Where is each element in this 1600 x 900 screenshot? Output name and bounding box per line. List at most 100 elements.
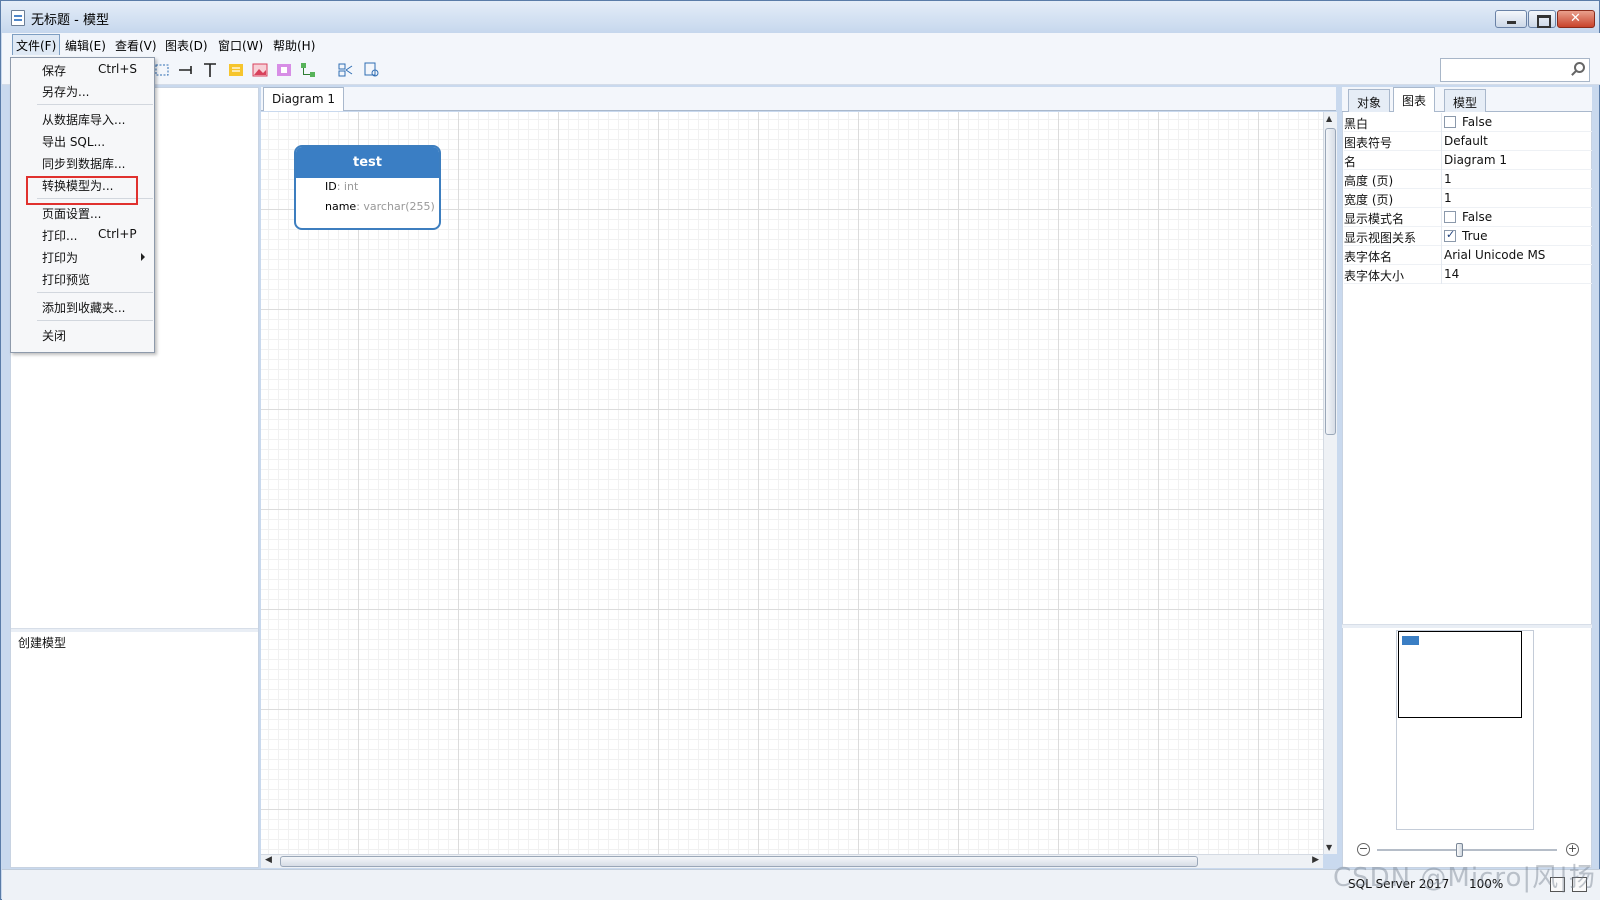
scroll-thumb[interactable]: [280, 856, 1198, 867]
panel-splitter[interactable]: [1342, 624, 1592, 628]
property-key: 宽度 (页): [1344, 193, 1394, 207]
relation-icon[interactable]: [178, 62, 194, 78]
menu-file[interactable]: 文件(F): [12, 34, 61, 57]
menu-view[interactable]: 查看(V): [112, 36, 160, 55]
note-icon[interactable]: [228, 62, 244, 78]
entity-field-name[interactable]: name: varchar(255): [325, 200, 435, 213]
menu-help[interactable]: 帮助(H): [270, 36, 318, 55]
menu-item-import-from-db[interactable]: 从数据库导入...: [12, 108, 153, 130]
scroll-left-icon[interactable]: ◀: [265, 855, 272, 865]
tab-diagram-1[interactable]: Diagram 1: [263, 87, 344, 111]
property-value: 1: [1444, 172, 1452, 186]
zoom-out-icon[interactable]: −: [1357, 843, 1370, 856]
zoom-slider[interactable]: [1377, 849, 1557, 851]
zoom-fit-icon[interactable]: [364, 62, 380, 78]
entity-field-id[interactable]: ID: int: [325, 180, 358, 193]
property-key: 显示模式名: [1344, 212, 1405, 226]
search-input[interactable]: [1440, 58, 1590, 82]
menu-item-add-favorite[interactable]: 添加到收藏夹...: [12, 296, 153, 318]
selection-icon[interactable]: [154, 62, 170, 78]
menu-item-page-setup[interactable]: 页面设置...: [12, 202, 153, 224]
menu-diagram[interactable]: 图表(D): [162, 36, 211, 55]
property-row-show-schema[interactable]: 显示模式名 False: [1344, 208, 1592, 227]
menu-item-label: 关闭: [42, 329, 67, 343]
menu-window[interactable]: 窗口(W): [215, 36, 266, 55]
property-row-black-white[interactable]: 黑白 False: [1344, 113, 1592, 132]
menu-item-shortcut: Ctrl+S: [98, 62, 138, 76]
property-row-font-size[interactable]: 表字体大小 14: [1344, 265, 1592, 284]
watermark-text: CSDN @Micro|风|扬: [1333, 863, 1596, 893]
menu-item-print[interactable]: 打印... Ctrl+P: [12, 224, 153, 246]
black-white-checkbox[interactable]: [1444, 116, 1456, 128]
properties-tabs: 对象 图表 模型: [1342, 87, 1592, 112]
table-entity-test[interactable]: test ID: int name: varchar(255): [294, 145, 441, 230]
column-divider: [1441, 170, 1442, 189]
menu-item-print-as[interactable]: 打印为: [12, 246, 153, 268]
menu-item-sync-to-db[interactable]: 同步到数据库...: [12, 152, 153, 174]
window-title: 无标题 - 模型: [31, 13, 109, 28]
menu-item-label: 添加到收藏夹...: [42, 301, 126, 315]
shape-icon[interactable]: [276, 62, 292, 78]
image-icon[interactable]: [252, 62, 268, 78]
field-type: : int: [336, 180, 359, 193]
property-key: 图表符号: [1344, 136, 1393, 150]
submenu-arrow-icon: [141, 253, 145, 261]
property-value: Diagram 1: [1444, 153, 1507, 167]
property-row-show-view-relations[interactable]: 显示视图关系 True: [1344, 227, 1592, 246]
column-divider: [1441, 132, 1442, 151]
column-divider: [1441, 208, 1442, 227]
layout-icon[interactable]: [338, 62, 354, 78]
horizontal-scrollbar[interactable]: ◀ ▶: [261, 854, 1323, 868]
navigator-viewport[interactable]: [1398, 631, 1522, 718]
file-menu-dropdown: 保存 Ctrl+S 另存为... 从数据库导入... 导出 SQL... 同步到…: [10, 57, 155, 353]
scroll-down-icon[interactable]: ▼: [1326, 843, 1332, 852]
entity-title: test: [296, 147, 439, 178]
menu-item-label: 同步到数据库...: [42, 157, 126, 171]
zoom-slider-thumb[interactable]: [1456, 843, 1463, 857]
show-schema-checkbox[interactable]: [1444, 211, 1456, 223]
property-key: 表字体大小: [1344, 269, 1405, 283]
column-divider: [1441, 246, 1442, 265]
tab-diagram[interactable]: 图表: [1393, 87, 1436, 112]
minimize-button[interactable]: [1495, 10, 1527, 28]
property-value: 1: [1444, 191, 1452, 205]
title-bar: 无标题 - 模型: [1, 1, 1599, 33]
diagram-navigator[interactable]: [1396, 630, 1534, 830]
scroll-up-icon[interactable]: ▲: [1326, 114, 1332, 123]
scroll-thumb[interactable]: [1325, 128, 1336, 435]
property-row-height[interactable]: 高度 (页) 1: [1344, 170, 1592, 189]
scroll-right-icon[interactable]: ▶: [1312, 855, 1319, 865]
menu-item-export-sql[interactable]: 导出 SQL...: [12, 130, 153, 152]
panel-splitter[interactable]: [11, 628, 258, 632]
property-row-notation[interactable]: 图表符号 Default: [1344, 132, 1592, 151]
menu-item-label: 另存为...: [42, 85, 90, 99]
menu-separator: [37, 292, 153, 293]
column-divider: [1441, 189, 1442, 208]
menu-item-label: 导出 SQL...: [42, 135, 106, 149]
maximize-button[interactable]: [1528, 10, 1556, 28]
field-type: : varchar(255): [356, 200, 435, 213]
menu-item-label: 打印为: [42, 251, 79, 265]
diagram-tabstrip: Diagram 1: [261, 87, 1336, 111]
close-button[interactable]: [1557, 10, 1595, 28]
tab-objects[interactable]: 对象: [1348, 89, 1391, 112]
menu-item-close[interactable]: 关闭: [12, 324, 153, 346]
highlight-annotation: [26, 176, 138, 205]
property-value: 14: [1444, 267, 1460, 281]
menu-item-label: 打印预览: [42, 273, 91, 287]
text-tool-icon[interactable]: [202, 62, 218, 78]
show-view-relations-checkbox[interactable]: [1444, 228, 1456, 242]
property-row-font-name[interactable]: 表字体名 Arial Unicode MS: [1344, 246, 1592, 265]
menu-edit[interactable]: 编辑(E): [62, 36, 109, 55]
menu-item-save-as[interactable]: 另存为...: [12, 80, 153, 102]
property-row-name[interactable]: 名 Diagram 1: [1344, 151, 1592, 170]
zoom-in-icon[interactable]: +: [1566, 843, 1579, 856]
navigator-entity: [1402, 636, 1419, 645]
layer-icon[interactable]: [300, 62, 316, 78]
column-divider: [1441, 265, 1442, 284]
property-row-width[interactable]: 宽度 (页) 1: [1344, 189, 1592, 208]
menu-item-print-preview[interactable]: 打印预览: [12, 268, 153, 290]
vertical-scrollbar[interactable]: ▲ ▼: [1323, 112, 1337, 854]
tab-model[interactable]: 模型: [1444, 89, 1487, 112]
menu-item-save[interactable]: 保存 Ctrl+S: [12, 59, 153, 81]
